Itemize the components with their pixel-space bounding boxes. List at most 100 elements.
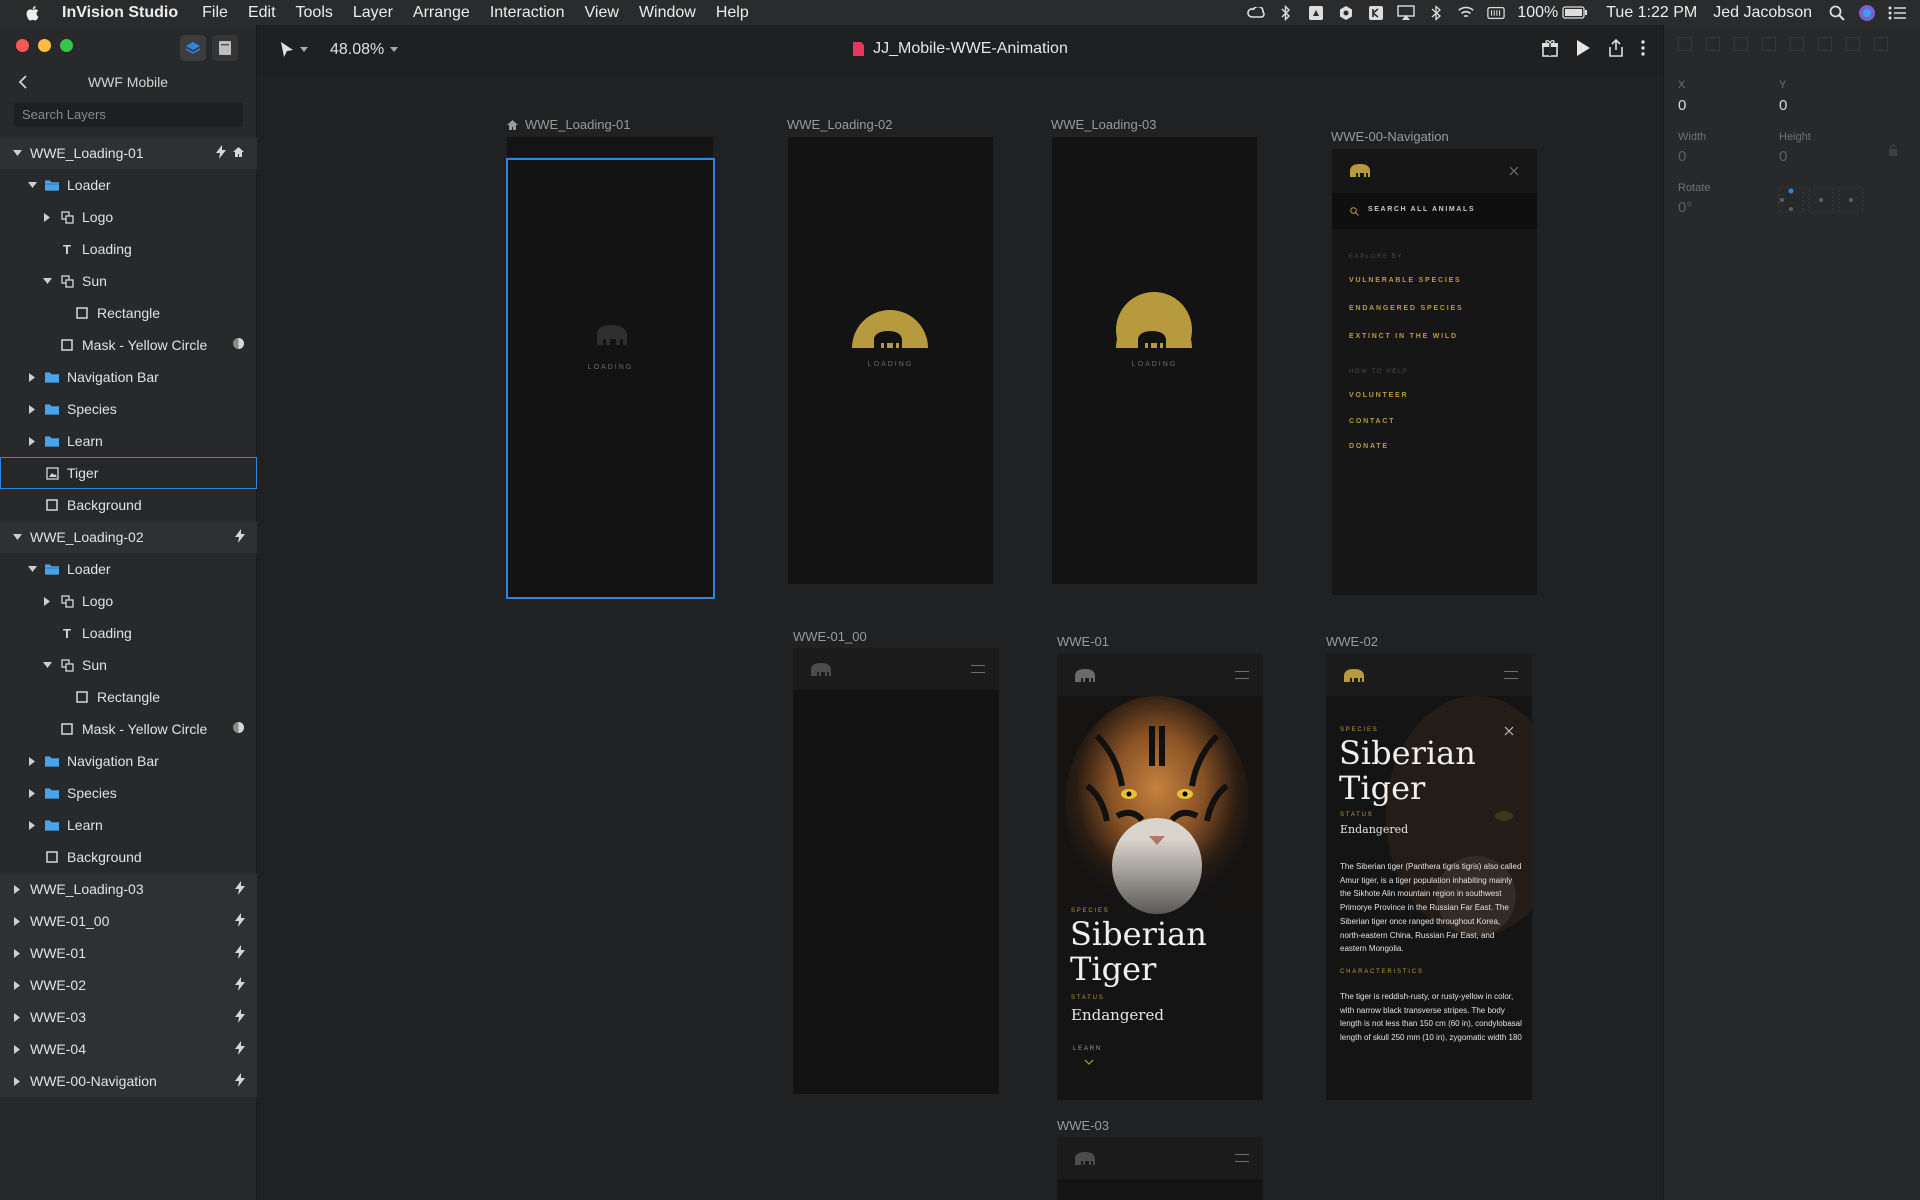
layer-row[interactable]: Learn	[0, 809, 257, 841]
caret-right-icon[interactable]	[27, 436, 37, 446]
lightning-icon[interactable]	[235, 945, 245, 962]
layer-artboard-row[interactable]: WWE-00-Navigation	[0, 1065, 257, 1097]
lock-icon[interactable]	[1888, 143, 1898, 157]
align-left-icon[interactable]	[1678, 37, 1692, 51]
siri-icon[interactable]	[1858, 4, 1876, 21]
gift-icon[interactable]	[1541, 39, 1559, 57]
align-bottom-icon[interactable]	[1818, 37, 1832, 51]
nav-item-contact[interactable]: CONTACT	[1349, 418, 1395, 425]
artboard-wwe-01[interactable]: SPECIES Siberian Tiger STATUS Endangered…	[1057, 654, 1263, 1100]
caret-right-icon[interactable]	[42, 212, 52, 222]
align-center-icon[interactable]	[1706, 37, 1720, 51]
align-right-icon[interactable]	[1734, 37, 1748, 51]
lightning-icon[interactable]	[216, 145, 226, 162]
menubar-user[interactable]: Jed Jacobson	[1713, 4, 1812, 22]
align-top-icon[interactable]	[1762, 37, 1776, 51]
nav-item-endangered[interactable]: ENDANGERED SPECIES	[1349, 305, 1463, 312]
distribute-icon[interactable]	[1846, 37, 1860, 51]
layer-artboard-row[interactable]: WWE_Loading-03	[0, 873, 257, 905]
layer-row[interactable]: Sun	[0, 649, 257, 681]
lightning-icon[interactable]	[235, 977, 245, 994]
artboard-label-wwe-01-00[interactable]: WWE-01_00	[793, 629, 867, 644]
lightning-icon[interactable]	[235, 913, 245, 930]
chevron-down-icon[interactable]	[1084, 1059, 1094, 1066]
caret-right-icon[interactable]	[27, 404, 37, 414]
menu-help[interactable]: Help	[716, 4, 749, 22]
hamburger-menu-icon[interactable]	[1235, 1154, 1249, 1162]
bluetooth-alt-icon[interactable]	[1427, 4, 1445, 21]
layer-artboard-row[interactable]: WWE-01_00	[0, 905, 257, 937]
caret-right-icon[interactable]	[42, 596, 52, 606]
chevron-left-icon[interactable]	[16, 75, 30, 89]
flip-horizontal-icon[interactable]	[1808, 187, 1834, 213]
lightning-icon[interactable]	[235, 1073, 245, 1090]
caret-right-icon[interactable]	[12, 980, 22, 990]
height-field[interactable]: 0	[1779, 148, 1787, 165]
layer-artboard-row[interactable]: WWE-03	[0, 1001, 257, 1033]
artboard-wwe-01-00[interactable]	[793, 648, 999, 1094]
artboard-label-wwe-03[interactable]: WWE-03	[1057, 1118, 1109, 1133]
design-canvas[interactable]: WWE_Loading-01 LOADING WWE_Loading-02 LO…	[257, 75, 1663, 1200]
artboard-label-navigation[interactable]: WWE-00-Navigation	[1331, 129, 1449, 144]
close-icon[interactable]	[1504, 726, 1514, 736]
play-preview-icon[interactable]	[1575, 39, 1591, 57]
menu-app-name[interactable]: InVision Studio	[62, 4, 178, 22]
apple-icon[interactable]	[24, 4, 42, 22]
lightning-icon[interactable]	[235, 529, 245, 546]
hamburger-menu-icon[interactable]	[1235, 671, 1249, 679]
artboard-label-wwe-02[interactable]: WWE-02	[1326, 634, 1378, 649]
layer-row[interactable]: Species	[0, 777, 257, 809]
caret-right-icon[interactable]	[12, 1044, 22, 1054]
caret-right-icon[interactable]	[12, 948, 22, 958]
sync-icon[interactable]	[1337, 5, 1355, 21]
caret-down-icon[interactable]	[42, 660, 52, 670]
layer-row[interactable]: Logo	[0, 201, 257, 233]
artboard-label-loading-03[interactable]: WWE_Loading-03	[1051, 117, 1157, 132]
layer-row[interactable]: Logo	[0, 585, 257, 617]
layer-row[interactable]: Tiger	[0, 457, 257, 489]
menu-file[interactable]: File	[202, 4, 228, 22]
layer-row[interactable]: Loader	[0, 553, 257, 585]
y-field[interactable]: 0	[1779, 97, 1787, 114]
flip-vertical-icon[interactable]	[1838, 187, 1864, 213]
layer-row[interactable]: Sun	[0, 265, 257, 297]
artboard-loading-01[interactable]: LOADING	[506, 158, 715, 599]
zoom-window-button[interactable]	[60, 39, 73, 52]
keyboard-icon[interactable]	[1487, 5, 1506, 21]
caret-right-icon[interactable]	[12, 1012, 22, 1022]
width-field[interactable]: 0	[1678, 148, 1686, 165]
layer-row[interactable]: Rectangle	[0, 681, 257, 713]
layer-row[interactable]: Learn	[0, 425, 257, 457]
layer-row[interactable]: Rectangle	[0, 297, 257, 329]
wifi-icon[interactable]	[1457, 5, 1475, 21]
artboard-label-loading-02[interactable]: WWE_Loading-02	[787, 117, 893, 132]
caret-right-icon[interactable]	[12, 916, 22, 926]
mask-icon[interactable]	[232, 337, 245, 353]
app-icon[interactable]	[1367, 5, 1385, 21]
spotlight-search-icon[interactable]	[1828, 5, 1846, 21]
distribute-vertical-icon[interactable]	[1874, 37, 1888, 51]
x-field[interactable]: 0	[1678, 97, 1686, 114]
caret-down-icon[interactable]	[12, 532, 22, 542]
battery-icon[interactable]	[1562, 5, 1588, 21]
nav-item-vulnerable[interactable]: VULNERABLE SPECIES	[1349, 277, 1462, 284]
artboard-loading-03[interactable]: LOADING	[1052, 137, 1257, 584]
caret-right-icon[interactable]	[12, 1076, 22, 1086]
menu-window[interactable]: Window	[639, 4, 696, 22]
more-options-icon[interactable]	[1641, 39, 1645, 57]
share-icon[interactable]	[1607, 39, 1625, 57]
layer-artboard-row[interactable]: WWE_Loading-01	[0, 137, 257, 169]
home-icon[interactable]	[232, 145, 245, 162]
menu-tools[interactable]: Tools	[296, 4, 333, 22]
close-window-button[interactable]	[16, 39, 29, 52]
menu-edit[interactable]: Edit	[248, 4, 276, 22]
layer-row[interactable]: Species	[0, 393, 257, 425]
drive-icon[interactable]	[1307, 5, 1325, 21]
caret-right-icon[interactable]	[27, 756, 37, 766]
mask-icon[interactable]	[232, 721, 245, 737]
menu-view[interactable]: View	[585, 4, 619, 22]
nav-item-extinct[interactable]: EXTINCT IN THE WILD	[1349, 333, 1458, 340]
layers-tab[interactable]	[180, 35, 206, 61]
artboard-navigation[interactable]: SEARCH ALL ANIMALS EXPLORE BY VULNERABLE…	[1332, 149, 1537, 595]
menu-arrange[interactable]: Arrange	[413, 4, 470, 22]
